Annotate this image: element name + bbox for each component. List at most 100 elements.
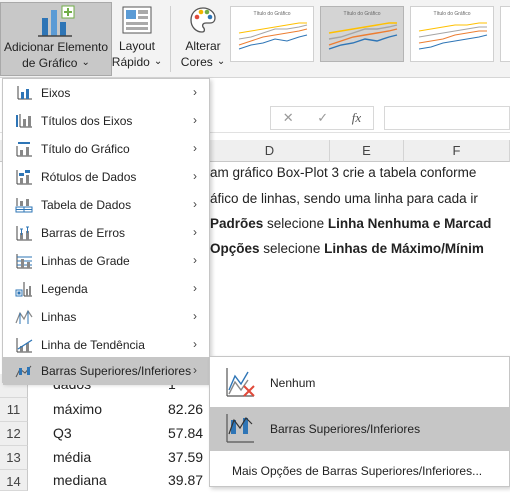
chevron-right-icon: › [193, 309, 197, 323]
cell-value[interactable]: 57.84 [168, 425, 203, 441]
row-header[interactable]: 13 [0, 446, 28, 470]
add-chart-element-label-2: de Gráfico [22, 56, 78, 70]
cell-label[interactable]: mediana [53, 472, 107, 488]
change-colors-label-1: Alterar [185, 39, 221, 53]
plain-text: selecione [263, 216, 328, 231]
cell-value[interactable]: 37.59 [168, 449, 203, 465]
axis-titles-icon [16, 114, 32, 128]
chevron-right-icon: › [193, 253, 197, 267]
ribbon-divider [170, 6, 171, 72]
submenu-item-up-down-bars[interactable]: Barras Superiores/Inferiores [210, 407, 509, 451]
change-colors-label-2: Cores [180, 55, 213, 69]
menu-item-label: Legenda [41, 282, 88, 296]
chevron-down-icon: ⌄ [81, 57, 90, 68]
menu-item-data-table[interactable]: Tabela de Dados › [3, 191, 209, 219]
menu-item-label: Linhas [41, 310, 77, 324]
add-chart-element-icon [36, 3, 76, 39]
cell-value[interactable]: 82.26 [168, 401, 203, 417]
insert-function-icon[interactable]: fx [352, 110, 361, 126]
menu-item-gridlines[interactable]: Linhas de Grade › [3, 247, 209, 275]
chart-style-4[interactable] [500, 6, 510, 62]
chart-style-title: Título do Gráfico [343, 11, 381, 17]
axes-icon [17, 86, 32, 100]
cell-label[interactable]: Q3 [53, 425, 72, 441]
column-header-d[interactable]: D [210, 140, 330, 162]
no-up-down-bars-icon [226, 368, 255, 397]
data-labels-icon [16, 170, 32, 185]
up-down-bars-icon [15, 365, 32, 378]
menu-item-data-labels[interactable]: Rótulos de Dados › [3, 163, 209, 191]
bold-text: Opções [210, 241, 260, 256]
chart-style-preview [238, 22, 308, 50]
menu-item-up-down-bars[interactable]: Barras Superiores/Inferiores › [3, 357, 209, 385]
menu-item-legend[interactable]: Legenda › [3, 275, 209, 303]
quick-layout-label-1: Layout [118, 39, 156, 53]
more-up-down-bars-options-link[interactable]: Mais Opções de Barras Superiores/Inferio… [232, 464, 482, 478]
bold-text: Padrões [210, 216, 264, 231]
menu-item-label: Tabela de Dados [41, 198, 132, 212]
chart-style-1[interactable]: Título do Gráfico [230, 6, 314, 62]
formula-input[interactable] [384, 106, 510, 130]
chevron-right-icon: › [193, 141, 197, 155]
chevron-right-icon: › [193, 113, 197, 127]
change-colors-button[interactable]: Alterar Cores ⌄ [178, 2, 228, 76]
row-header[interactable]: 14 [0, 470, 28, 491]
menu-item-label: Título do Gráfico [41, 142, 130, 156]
chart-title-icon [16, 142, 32, 157]
chevron-right-icon: › [193, 281, 197, 295]
lines-icon [15, 309, 33, 324]
menu-item-axes[interactable]: Eixos › [3, 79, 209, 107]
quick-layout-button[interactable]: Layout Rápido ⌄ [112, 2, 162, 76]
sheet-text-line-3: Padrões selecione Linha Nenhuma e Marcad [210, 216, 491, 231]
chevron-down-icon: ⌄ [153, 56, 163, 67]
chart-style-title: Título do Gráfico [253, 11, 291, 17]
chevron-right-icon: › [193, 225, 197, 239]
menu-item-error-bars[interactable]: Barras de Erros › [3, 219, 209, 247]
add-chart-element-button[interactable]: Adicionar Elemento de Gráfico ⌄ [0, 2, 112, 76]
cell-label[interactable]: média [53, 449, 91, 465]
menu-item-label: Eixos [41, 86, 71, 100]
menu-item-trendline[interactable]: Linha de Tendência › [3, 331, 209, 359]
sheet-text-line-2: áfico de linhas, sendo uma linha para ca… [210, 191, 478, 206]
chart-style-preview [418, 22, 488, 50]
enter-icon[interactable]: ✓ [317, 110, 328, 126]
column-header-e[interactable]: E [330, 140, 404, 162]
up-down-bars-submenu: Nenhum Barras Superiores/Inferiores Mais… [209, 356, 510, 487]
submenu-item-none[interactable]: Nenhum [210, 363, 509, 403]
menu-item-chart-title[interactable]: Título do Gráfico › [3, 135, 209, 163]
ribbon: Adicionar Elemento de Gráfico ⌄ Layout Rá… [0, 0, 510, 78]
trendline-icon [16, 338, 33, 353]
menu-item-label: Linha de Tendência [41, 338, 145, 352]
quick-layout-icon [121, 2, 153, 38]
submenu-item-label: Barras Superiores/Inferiores [270, 422, 421, 436]
row-header[interactable]: 11 [0, 398, 28, 422]
chart-style-2[interactable]: Título do Gráfico [320, 6, 404, 62]
chart-style-preview [328, 22, 398, 50]
chevron-right-icon: › [193, 337, 197, 351]
menu-item-lines[interactable]: Linhas › [3, 303, 209, 331]
palette-icon [188, 2, 218, 38]
legend-icon [15, 282, 32, 297]
bold-text: Linhas de Máximo/Mínim [324, 241, 484, 256]
menu-item-axis-titles[interactable]: Títulos dos Eixos › [3, 107, 209, 135]
chevron-right-icon: › [193, 85, 197, 99]
sheet-text-line-4: Opções selecione Linhas de Máximo/Mínim [210, 241, 484, 256]
up-down-bars-large-icon [226, 414, 254, 443]
bold-text: Linha Nenhuma e Marcad [327, 216, 492, 231]
menu-item-label: Títulos dos Eixos [41, 114, 133, 128]
cell-value[interactable]: 39.87 [168, 472, 203, 488]
cancel-icon[interactable]: ✕ [283, 110, 294, 126]
data-table-icon [15, 198, 33, 213]
menu-item-label: Linhas de Grade [41, 254, 130, 268]
add-chart-element-menu: Eixos › Títulos dos Eixos › Título do Gr… [2, 78, 210, 385]
column-header-f[interactable]: F [404, 140, 510, 162]
cell-label[interactable]: máximo [53, 401, 102, 417]
chevron-right-icon: › [193, 197, 197, 211]
chevron-right-icon: › [193, 169, 197, 183]
formula-buttons: ✕ ✓ fx [270, 106, 374, 130]
error-bars-icon [16, 226, 32, 241]
menu-item-label: Barras de Erros [41, 226, 126, 240]
row-header[interactable]: 12 [0, 422, 28, 446]
chart-style-3[interactable]: Título do Gráfico [410, 6, 494, 62]
menu-item-label: Rótulos de Dados [41, 170, 137, 184]
